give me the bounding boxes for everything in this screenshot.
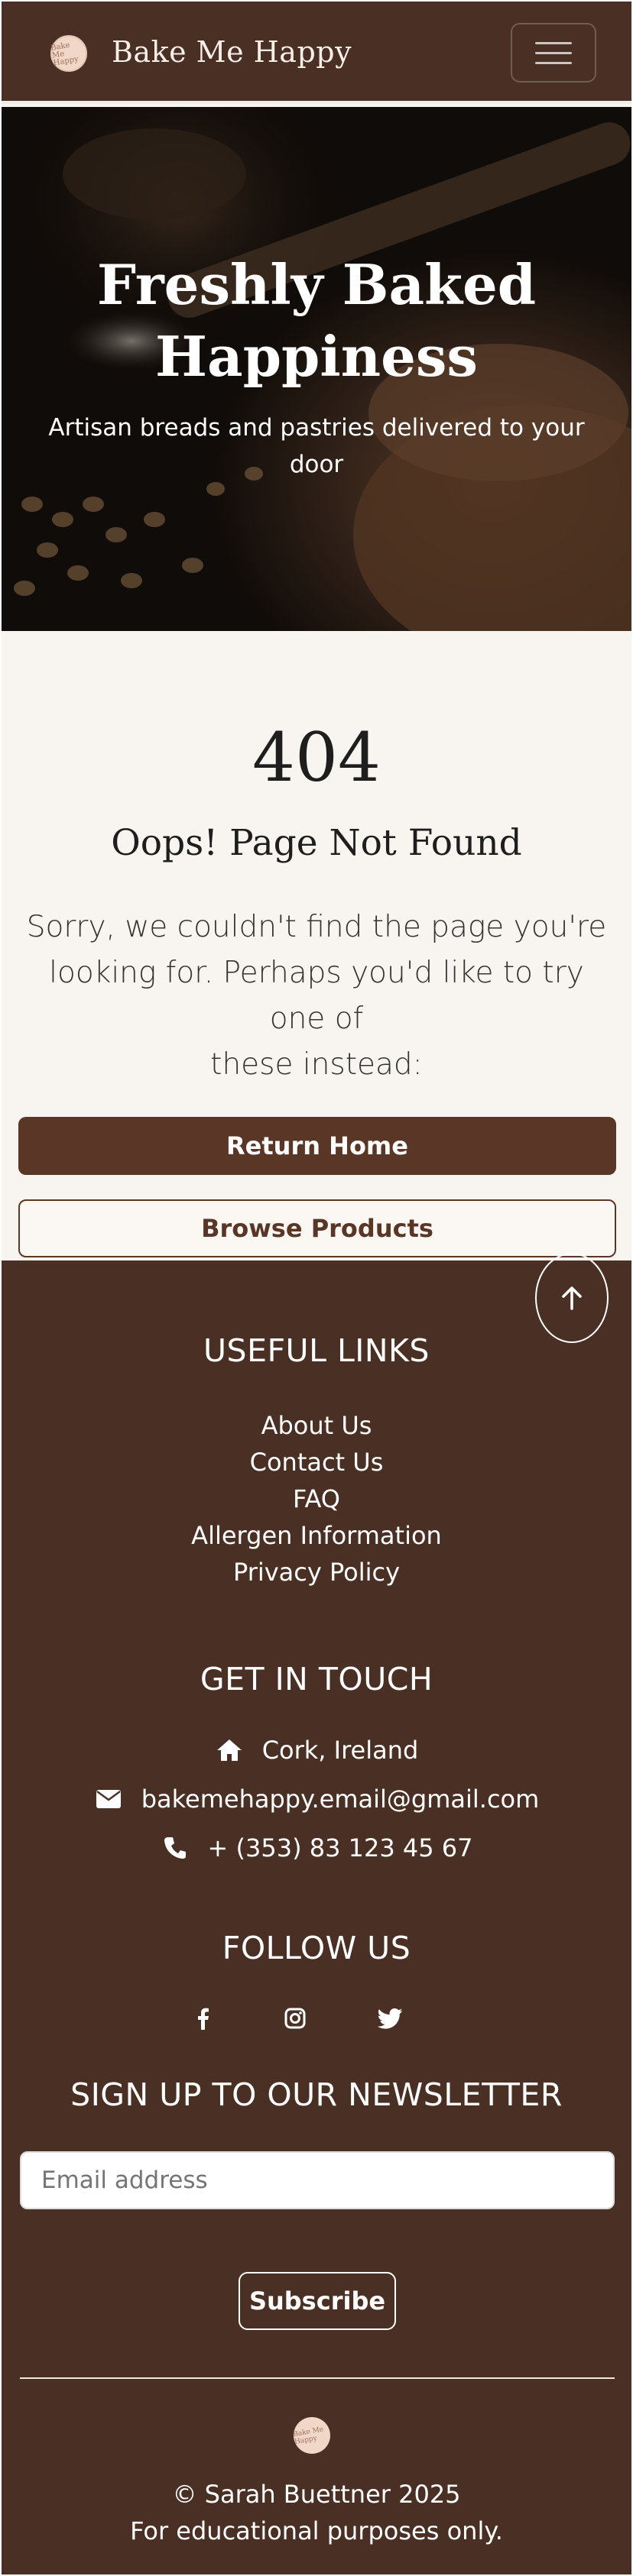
contact-phone-link[interactable]: + (353) 83 123 45 67	[208, 1833, 473, 1862]
footer-logo: Bake Me Happy	[292, 2417, 330, 2454]
hamburger-icon	[535, 39, 572, 66]
browse-products-button[interactable]: Browse Products	[18, 1199, 616, 1257]
subscribe-button[interactable]: Subscribe	[239, 2272, 396, 2330]
useful-links-heading: USEFUL LINKS	[203, 1332, 430, 1369]
error-message-line1: Sorry, we couldn't find the page you're	[26, 910, 607, 944]
home-icon	[215, 1736, 244, 1765]
footer-link-contact[interactable]: Contact Us	[2, 1444, 631, 1481]
hero-subtitle: Artisan breads and pastries delivered to…	[40, 409, 593, 483]
hero-subtitle-line2: door	[289, 451, 344, 478]
navbar-logo-text: Bake Me Happy	[50, 40, 80, 68]
page: Bake Me Happy Bake Me Happy Freshly Bake…	[0, 0, 633, 2576]
page-frame: Bake Me Happy Bake Me Happy Freshly Bake…	[2, 2, 631, 2574]
navbar-logo[interactable]: Bake Me Happy	[50, 35, 87, 72]
phone-icon	[161, 1833, 190, 1862]
error-title: Oops! Page Not Found	[111, 822, 522, 864]
error-message-line3: these instead:	[210, 1047, 423, 1082]
hero-title-line2: Happiness	[155, 324, 478, 389]
contact-email: bakemehappy.email@gmail.com	[2, 1785, 631, 1814]
error-message-line2: looking for. Perhaps you'd like to try o…	[49, 956, 584, 1036]
footer-link-faq[interactable]: FAQ	[2, 1481, 631, 1517]
hero-subtitle-line1: Artisan breads and pastries delivered to…	[48, 414, 585, 442]
footer-logo-text: Bake Me Happy	[292, 2426, 324, 2447]
error-code: 404	[252, 718, 381, 797]
hero-banner: Freshly Baked Happiness Artisan breads a…	[2, 107, 631, 631]
contact-email-link[interactable]: bakemehappy.email@gmail.com	[141, 1785, 540, 1814]
navbar-toggle-button[interactable]	[511, 23, 596, 83]
return-home-button[interactable]: Return Home	[18, 1117, 616, 1175]
instagram-icon[interactable]	[278, 2002, 312, 2035]
contact-location-text: Cork, Ireland	[261, 1736, 419, 1765]
footer-link-about[interactable]: About Us	[2, 1407, 631, 1444]
footer-divider	[20, 2377, 615, 2379]
contact-phone: + (353) 83 123 45 67	[2, 1833, 631, 1862]
educational-note: For educational purposes only.	[130, 2516, 503, 2545]
facebook-icon[interactable]	[187, 2002, 220, 2035]
hero-title-line1: Freshly Baked	[96, 252, 537, 317]
arrow-up-icon	[562, 1286, 582, 1310]
navbar: Bake Me Happy Bake Me Happy	[2, 2, 631, 104]
envelope-icon	[94, 1785, 123, 1814]
newsletter-email-input[interactable]	[20, 2151, 615, 2209]
copyright-text: © Sarah Buettner 2025	[172, 2480, 461, 2509]
back-to-top-button[interactable]	[535, 1253, 609, 1343]
hero-title: Freshly Baked Happiness	[2, 249, 631, 393]
brand-link[interactable]: Bake Me Happy	[112, 35, 352, 69]
twitter-icon[interactable]	[373, 2002, 407, 2035]
contact-location: Cork, Ireland	[2, 1736, 631, 1765]
follow-us-heading: FOLLOW US	[222, 1930, 411, 1966]
error-message: Sorry, we couldn't find the page you're …	[17, 905, 616, 1088]
footer-link-allergen[interactable]: Allergen Information	[2, 1517, 631, 1554]
newsletter-heading: SIGN UP TO OUR NEWSLETTER	[70, 2076, 563, 2113]
footer-link-privacy[interactable]: Privacy Policy	[2, 1554, 631, 1591]
get-in-touch-heading: GET IN TOUCH	[200, 1661, 433, 1697]
